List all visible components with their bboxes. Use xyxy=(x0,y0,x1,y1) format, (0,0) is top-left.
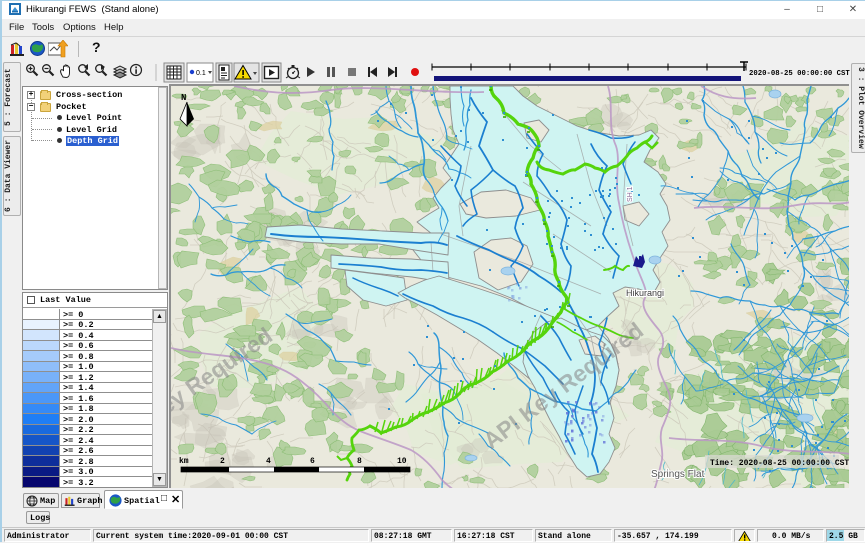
svg-text:Time: 2020-08-25 00:00:00 CST: Time: 2020-08-25 00:00:00 CST xyxy=(710,459,849,468)
svg-text:N: N xyxy=(181,93,186,103)
svg-text:2020-08-25 00:00:00 CST: 2020-08-25 00:00:00 CST xyxy=(749,70,850,78)
svg-text:SH 1: SH 1 xyxy=(627,186,634,202)
svg-text:0.1: 0.1 xyxy=(196,70,206,77)
svg-text:km: km xyxy=(179,457,189,466)
svg-text:4: 4 xyxy=(266,457,271,466)
svg-text:Springs Flat: Springs Flat xyxy=(651,469,705,480)
svg-text:2: 2 xyxy=(220,457,225,466)
svg-text:10: 10 xyxy=(397,457,407,466)
svg-text:6: 6 xyxy=(310,457,315,466)
svg-text:Hikurangi: Hikurangi xyxy=(626,288,664,298)
svg-text:8: 8 xyxy=(357,457,362,466)
